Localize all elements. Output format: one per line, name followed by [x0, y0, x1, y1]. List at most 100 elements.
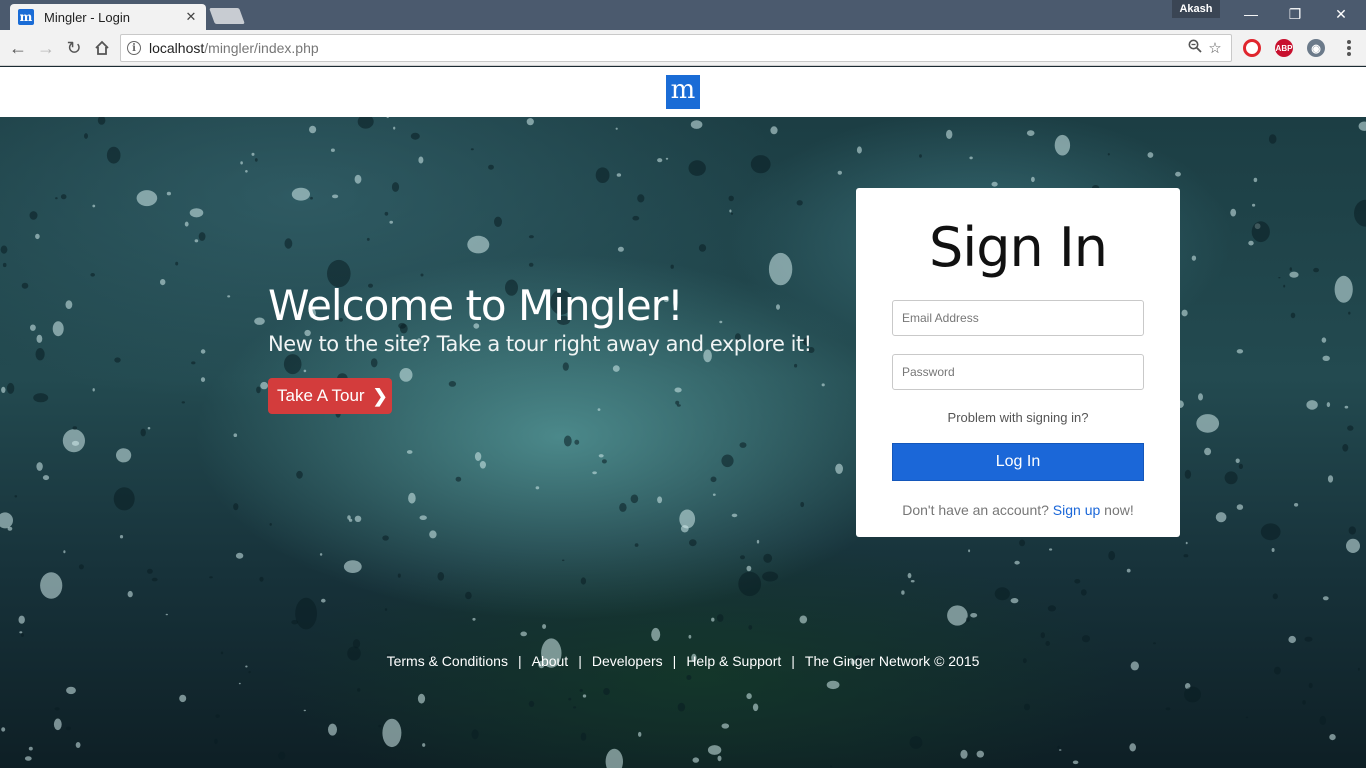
raindrop [675, 400, 680, 405]
raindrop [140, 428, 146, 437]
raindrop [528, 235, 534, 239]
browser-menu-icon[interactable] [1340, 38, 1358, 58]
new-tab-button[interactable] [209, 8, 245, 24]
reload-icon[interactable]: ↻ [62, 36, 86, 60]
login-button[interactable]: Log In [892, 443, 1144, 481]
raindrop [1147, 152, 1154, 158]
footer-link-developers[interactable]: Developers [592, 653, 663, 669]
footer-link-help[interactable]: Help & Support [686, 653, 781, 669]
raindrop [90, 273, 95, 277]
close-tab-icon[interactable]: ✕ [184, 9, 198, 25]
raindrop [330, 148, 335, 152]
raindrop [384, 608, 388, 611]
url-text[interactable]: localhost/mingler/index.php [149, 40, 1185, 56]
raindrop [494, 216, 502, 227]
raindrop [910, 580, 915, 583]
browser-tab[interactable]: m Mingler - Login ✕ [10, 4, 206, 30]
raindrop [119, 535, 124, 539]
signin-card: Sign In Problem with signing in? Log In … [856, 188, 1180, 537]
raindrop [670, 264, 674, 269]
address-bar[interactable]: i localhost/mingler/index.php ☆ [120, 34, 1232, 62]
password-field[interactable] [892, 354, 1144, 390]
profile-button[interactable]: Akash [1172, 0, 1220, 18]
extension-eye-icon[interactable]: ◉ [1307, 39, 1325, 57]
raindrop [35, 348, 45, 361]
chevron-right-icon: ❯ [372, 385, 388, 406]
raindrop [1181, 309, 1188, 317]
email-field[interactable] [892, 300, 1144, 336]
raindrop [1185, 541, 1188, 545]
raindrop [55, 197, 58, 200]
raindrop [1040, 632, 1046, 639]
raindrop [116, 448, 132, 463]
raindrop [248, 670, 251, 674]
site-info-icon[interactable]: i [127, 41, 141, 55]
raindrop [1344, 405, 1349, 409]
raindrop [30, 324, 36, 331]
raindrop [71, 440, 80, 446]
raindrop [1236, 349, 1244, 354]
mingler-logo[interactable]: m [666, 75, 700, 109]
minimize-icon[interactable]: — [1228, 0, 1274, 28]
raindrop [1304, 636, 1313, 642]
raindrop [53, 718, 62, 731]
signup-prefix: Don't have an account? [902, 502, 1049, 518]
back-icon[interactable]: ← [6, 36, 30, 60]
raindrop [601, 459, 607, 464]
raindrop [721, 723, 730, 729]
raindrop [198, 232, 206, 241]
raindrop [181, 401, 185, 404]
raindrop [418, 156, 424, 164]
raindrop [1290, 312, 1296, 319]
raindrop [328, 723, 337, 736]
opera-icon[interactable] [1243, 39, 1261, 57]
raindrop [750, 155, 771, 174]
raindrop [245, 170, 248, 173]
raindrop [14, 495, 18, 498]
home-icon[interactable] [90, 36, 114, 60]
problem-signing-in-link[interactable]: Problem with signing in? [856, 410, 1180, 425]
raindrop [33, 393, 49, 403]
raindrop [179, 694, 187, 703]
raindrop [1082, 635, 1090, 643]
raindrop [740, 555, 745, 560]
raindrop [632, 215, 640, 221]
raindrop [1251, 221, 1270, 243]
raindrop [752, 703, 759, 712]
raindrop [657, 496, 663, 504]
raindrop [36, 334, 43, 343]
signup-link[interactable]: Sign up [1053, 502, 1100, 518]
raindrop [1107, 153, 1110, 156]
raindrop [966, 617, 970, 622]
raindrop [1238, 463, 1243, 469]
take-tour-button[interactable]: Take A Tour ❯ [268, 378, 392, 414]
footer-separator: | [578, 653, 582, 669]
raindrop [729, 209, 732, 213]
raindrop [690, 120, 703, 129]
forward-icon[interactable]: → [34, 36, 58, 60]
adblock-plus-icon[interactable]: ABP [1275, 39, 1293, 57]
raindrop [166, 191, 171, 196]
raindrop [1184, 686, 1201, 703]
footer-link-terms[interactable]: Terms & Conditions [387, 653, 508, 669]
footer-link-about[interactable]: About [532, 653, 569, 669]
raindrop [1057, 745, 1060, 749]
close-window-icon[interactable]: ✕ [1318, 0, 1364, 28]
raindrop [1348, 526, 1357, 535]
raindrop [147, 427, 151, 430]
bookmark-star-icon[interactable]: ☆ [1205, 39, 1225, 57]
raindrop [1183, 554, 1189, 558]
zoom-icon[interactable] [1185, 39, 1205, 57]
raindrop [698, 244, 707, 252]
raindrop [52, 321, 64, 337]
raindrop [1184, 469, 1192, 479]
restore-icon[interactable]: ❐ [1272, 0, 1318, 28]
raindrop [419, 515, 427, 520]
raindrop [528, 700, 535, 708]
raindrop [1, 727, 6, 732]
raindrop [92, 388, 95, 392]
raindrop [762, 571, 779, 582]
raindrop [674, 387, 682, 393]
raindrop [321, 598, 326, 603]
raindrop [768, 252, 793, 286]
